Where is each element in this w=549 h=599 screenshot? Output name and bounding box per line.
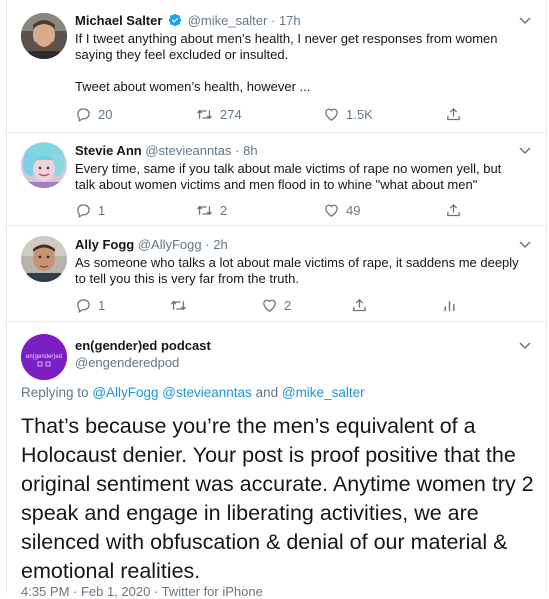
reply-count: 20: [98, 106, 113, 122]
like-icon: [325, 204, 338, 217]
tweet-actions: 1 2: [75, 295, 495, 315]
timestamp[interactable]: 17h: [279, 13, 301, 28]
main-tweet-line: silenced with obfuscation & denial of ou…: [21, 530, 508, 554]
reply-count: 1: [98, 202, 106, 218]
retweet-icon: [196, 109, 213, 119]
author-handle[interactable]: @AllyFogg: [138, 237, 202, 252]
replying-to-label: Replying to: [21, 385, 89, 400]
like-button[interactable]: 49: [323, 200, 360, 220]
main-tweet-line: original sentiment was accurate. Anytime…: [21, 472, 534, 496]
share-button[interactable]: [445, 104, 462, 124]
tweet-text-line: saying they feel excluded or insulted.: [75, 47, 289, 62]
verified-icon: [168, 13, 182, 31]
author-handle[interactable]: @mike_salter: [188, 13, 268, 28]
author-name[interactable]: Michael Salter: [75, 13, 162, 28]
like-icon: [263, 299, 276, 312]
tweet-text-line: As someone who talks a lot about male vi…: [75, 255, 519, 270]
tweet-stevie-ann[interactable]: Stevie Ann @stevieanntas · 8h Every time…: [7, 133, 546, 225]
author-name[interactable]: en(gender)ed podcast: [75, 338, 211, 354]
tweet-thread: Michael Salter @mike_salter · 17h If I t…: [6, 0, 547, 599]
main-tweet-line: speak and engage in liberating activitie…: [21, 501, 479, 525]
main-tweet-line: emotional realities.: [21, 559, 201, 583]
retweet-count: 274: [220, 106, 242, 122]
like-button[interactable]: 1.5K: [323, 104, 373, 124]
retweet-count: 2: [220, 202, 228, 218]
chevron-down-icon[interactable]: [518, 13, 532, 27]
tweet-michael-salter[interactable]: Michael Salter @mike_salter · 17h If I t…: [7, 0, 546, 132]
main-tweet-line: Holocaust denier. Your post is proof pos…: [21, 443, 516, 467]
share-icon: [447, 107, 460, 120]
like-count: 49: [346, 202, 361, 218]
tweet-actions: 1 2 49: [75, 200, 495, 220]
retweet-button[interactable]: [169, 295, 188, 315]
tweet-text: If I tweet anything about men’s health, …: [75, 31, 525, 95]
chevron-down-icon[interactable]: [518, 237, 532, 251]
share-icon: [353, 298, 366, 311]
dot-separator: ·: [270, 13, 276, 28]
share-icon: [447, 203, 460, 216]
main-tweet-text: That’s because you’re the men’s equivale…: [21, 412, 541, 586]
analytics-button[interactable]: [441, 295, 458, 315]
author-name[interactable]: Ally Fogg: [75, 237, 134, 252]
main-tweet-line: That’s because you’re the men’s equivale…: [21, 414, 476, 438]
reply-button[interactable]: 20: [75, 104, 112, 124]
tweet-text-line: talk about women victims and men flood i…: [75, 177, 478, 192]
like-icon: [325, 108, 338, 121]
tweet-text-line: If I tweet anything about men’s health, …: [75, 31, 498, 46]
share-button[interactable]: [445, 200, 462, 220]
avatar[interactable]: [21, 236, 67, 282]
avatar[interactable]: [21, 13, 67, 59]
retweet-button[interactable]: 2: [195, 200, 227, 220]
dot-separator: ·: [205, 237, 210, 252]
avatar[interactable]: en(gender)ed: [21, 334, 67, 380]
chevron-down-icon[interactable]: [518, 143, 532, 157]
tweet-text: As someone who talks a lot about male vi…: [75, 255, 525, 287]
timestamp[interactable]: 8h: [243, 143, 257, 158]
replying-to-users-link[interactable]: @AllyFogg @stevieanntas: [92, 385, 251, 400]
analytics-icon: [444, 300, 455, 311]
retweet-icon: [196, 205, 213, 215]
tweet-text-line: Every time, same if you talk about male …: [75, 161, 502, 176]
tweet-text: Every time, same if you talk about male …: [75, 161, 525, 193]
avatar[interactable]: [21, 142, 67, 188]
tweet-text-line: to tell you this is very far from the tr…: [75, 271, 299, 286]
tweet-text-line: Tweet about women’s health, however ...: [75, 79, 311, 94]
reply-button[interactable]: 1: [75, 295, 105, 315]
tweet-actions: 20 274 1.5K: [75, 104, 495, 124]
like-button[interactable]: 2: [261, 295, 291, 315]
tweet-ally-fogg[interactable]: Ally Fogg @AllyFogg · 2h As someone who …: [7, 226, 546, 321]
author-handle[interactable]: @engenderedpod: [75, 355, 211, 371]
replying-to-and: and: [255, 385, 279, 400]
reply-icon: [77, 107, 90, 122]
reply-icon: [77, 298, 90, 313]
author-handle[interactable]: @stevieanntas: [145, 143, 231, 158]
share-button[interactable]: [351, 295, 368, 315]
reply-button[interactable]: 1: [75, 200, 105, 220]
replying-to-user-link[interactable]: @mike_salter: [282, 385, 365, 400]
avatar-logo-text: en(gender)ed: [26, 354, 62, 360]
dot-separator: ·: [235, 143, 240, 158]
chevron-down-icon[interactable]: [518, 338, 532, 352]
replying-to: Replying to @AllyFogg @stevieanntas and …: [21, 385, 365, 400]
reply-icon: [77, 203, 90, 218]
tweet-timestamp-footer[interactable]: 4:35 PM · Feb 1, 2020 · Twitter for iPho…: [21, 584, 263, 599]
retweet-button[interactable]: 274: [195, 104, 242, 124]
author-name[interactable]: Stevie Ann: [75, 143, 142, 158]
like-count: 1.5K: [346, 106, 373, 122]
retweet-icon: [170, 300, 187, 310]
like-count: 2: [284, 297, 292, 313]
timestamp[interactable]: 2h: [213, 237, 227, 252]
reply-count: 1: [98, 297, 106, 313]
